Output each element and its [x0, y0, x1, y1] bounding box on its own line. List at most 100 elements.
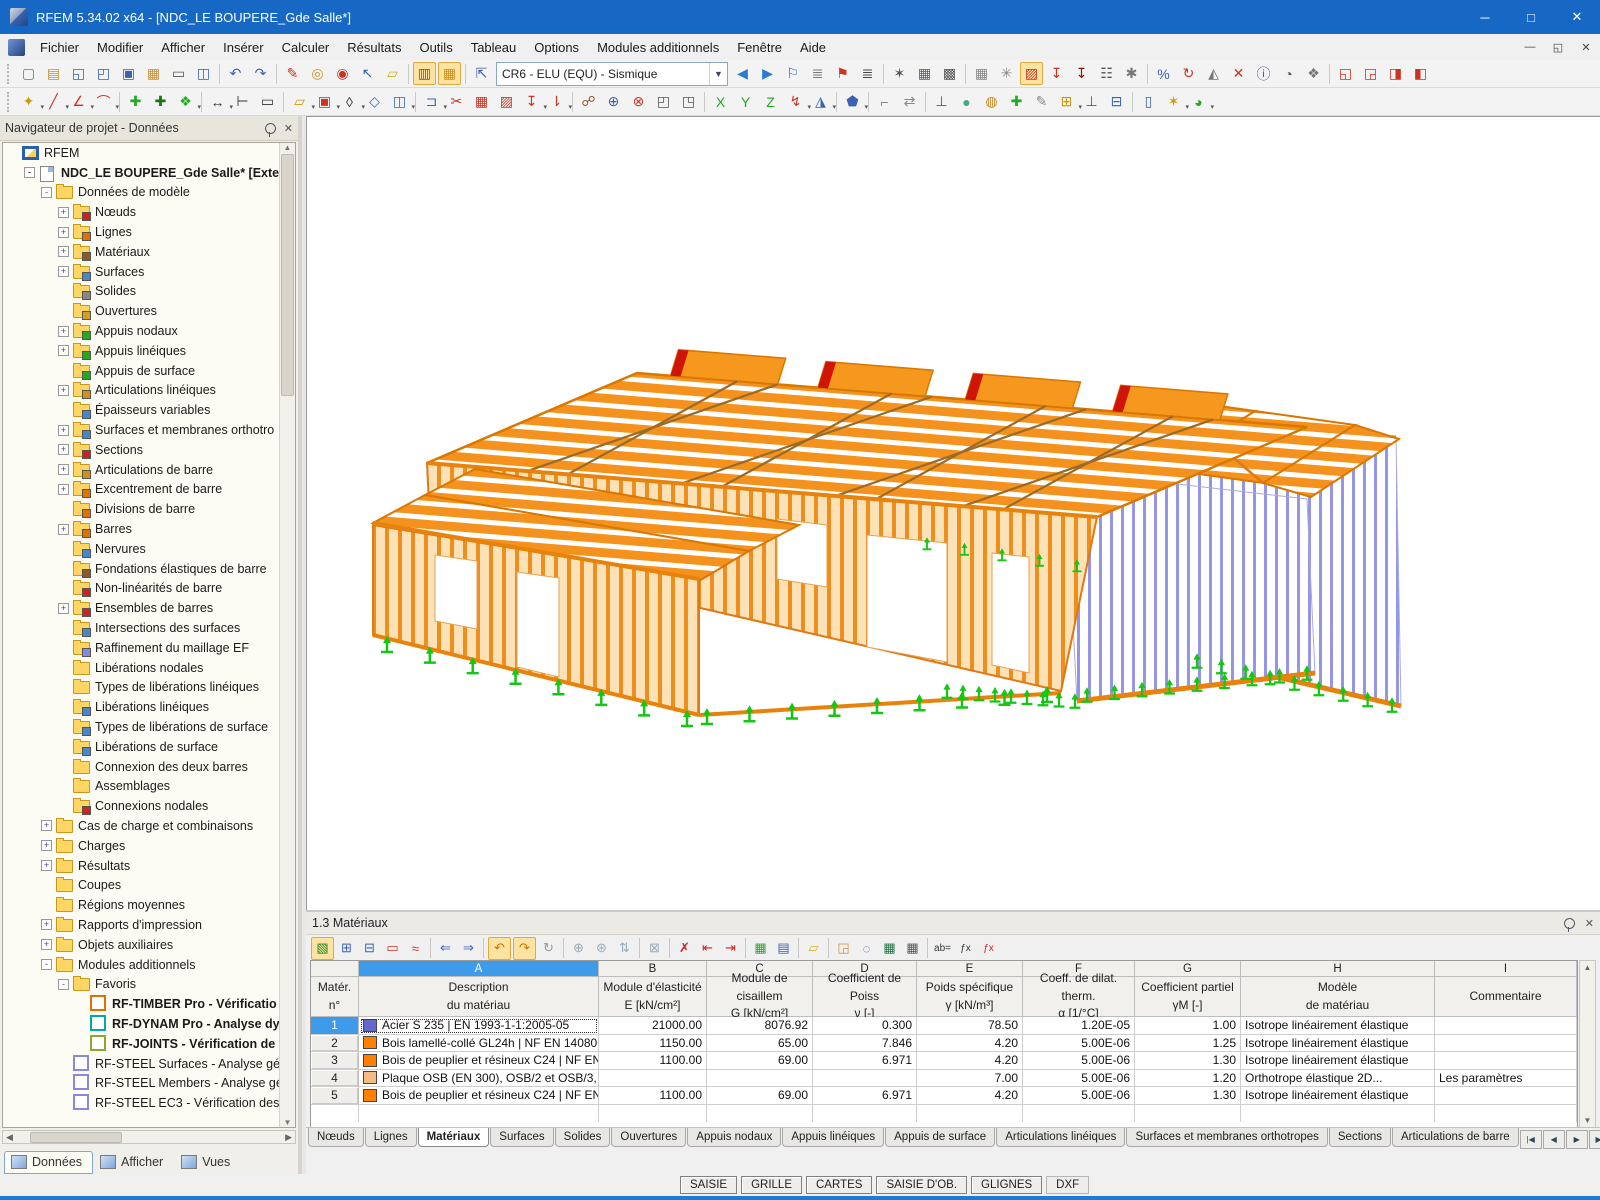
tree-item[interactable]: RF-JOINTS - Vérification de [3, 1034, 280, 1054]
material-cell[interactable]: 1.25 [1135, 1035, 1241, 1053]
collapse-icon[interactable]: - [58, 979, 69, 990]
table-tab-articulations-lin-iques[interactable]: Articulations linéiques [996, 1128, 1125, 1147]
tab-last-icon[interactable]: ▶| [1589, 1130, 1600, 1149]
close-button[interactable]: ✕ [1554, 0, 1600, 34]
material-cell[interactable]: 5.00E-06 [1023, 1052, 1135, 1070]
row-number-4[interactable]: 4 [311, 1070, 359, 1088]
material-cell[interactable]: 0.300 [813, 1017, 917, 1035]
material-cell[interactable]: 6.971 [813, 1087, 917, 1105]
expand-icon[interactable]: + [58, 385, 69, 396]
new-member-icon[interactable]: ✚ [124, 90, 147, 113]
row-number-5[interactable]: 5 [311, 1087, 359, 1105]
tree-item[interactable]: Connexion des deux barres [3, 757, 280, 777]
new-block-icon[interactable]: ◫▾ [388, 90, 411, 113]
fx-icon[interactable]: ƒx [955, 938, 976, 959]
tab-next-icon[interactable]: ▶ [1566, 1130, 1588, 1149]
tree-item[interactable]: Raffinement du maillage EF [3, 638, 280, 658]
tree-item[interactable]: -Données de modèle [3, 183, 280, 203]
menu-tableau[interactable]: Tableau [462, 34, 526, 60]
scrollbar-thumb[interactable] [281, 154, 294, 396]
close-panel-icon[interactable]: ✕ [284, 122, 293, 135]
material-description-cell[interactable]: Bois lamellé-collé GL24h | NF EN 14080:2 [359, 1035, 599, 1053]
tab-prev-icon[interactable]: ◀ [1543, 1130, 1565, 1149]
material-cell[interactable]: 6.971 [813, 1052, 917, 1070]
new-opening-icon[interactable]: ▱▾ [288, 90, 311, 113]
excel-export-icon[interactable]: ▦ [879, 938, 900, 959]
tree-item[interactable]: +Appuis linéiques [3, 341, 280, 361]
redo-table-icon[interactable]: ↷ [513, 937, 536, 960]
iso-view-icon[interactable]: ◰ [652, 90, 675, 113]
material-cell[interactable]: 5.00E-06 [1023, 1070, 1135, 1088]
expand-icon[interactable]: + [58, 603, 69, 614]
table-tab-surfaces-et-membranes-orthotropes[interactable]: Surfaces et membranes orthotropes [1126, 1128, 1327, 1147]
material-cell[interactable] [1435, 1017, 1577, 1035]
table-tab-appuis-nodaux[interactable]: Appuis nodaux [687, 1128, 781, 1147]
export-picture-icon[interactable]: ◲ [833, 938, 854, 959]
column-header-B[interactable]: Module d'élasticitéE [kN/cm²] [599, 977, 707, 1017]
new-surface-icon[interactable]: ❖▾ [174, 90, 197, 113]
scroll-left-icon[interactable]: ◀ [3, 1132, 16, 1143]
table-gen-icon[interactable]: ⊟ [1105, 90, 1128, 113]
edit-region-icon[interactable]: ▭ [256, 90, 279, 113]
material-cell[interactable] [707, 1070, 813, 1088]
grid-view-icon[interactable]: ▦ [750, 938, 771, 959]
expand-icon[interactable]: + [41, 919, 52, 930]
level-icon[interactable]: ⊥ [930, 90, 953, 113]
tree-item[interactable]: Régions moyennes [3, 895, 280, 915]
menu-modules-additionnels[interactable]: Modules additionnels [588, 34, 728, 60]
navigator-tab-données[interactable]: Données [4, 1151, 93, 1174]
table-tab-lignes[interactable]: Lignes [365, 1128, 417, 1147]
menu-fen-tre[interactable]: Fenêtre [728, 34, 791, 60]
material-cell[interactable]: Isotrope linéairement élastique [1241, 1035, 1435, 1053]
results-display-icon[interactable]: ☷ [1095, 62, 1118, 85]
tree-item[interactable]: -Favoris [3, 974, 280, 994]
select-special-icon[interactable]: ☍ [577, 90, 600, 113]
delete-results-icon[interactable]: ✕ [1227, 62, 1250, 85]
tree-item[interactable]: +Résultats [3, 856, 280, 876]
new-node-icon[interactable]: ✦▾ [17, 90, 40, 113]
notes-icon[interactable]: ▱ [803, 938, 824, 959]
tree-item[interactable]: +Charges [3, 836, 280, 856]
tree-item[interactable]: Libérations de surface [3, 737, 280, 757]
tree-item[interactable]: Épaisseurs variables [3, 400, 280, 420]
material-cell[interactable]: Isotrope linéairement élastique [1241, 1017, 1435, 1035]
table-tab-ouvertures[interactable]: Ouvertures [611, 1128, 686, 1147]
info-icon[interactable]: ⓘ [1252, 62, 1275, 85]
edit-cell-icon[interactable]: ▭ [382, 938, 403, 959]
edit-mode-icon[interactable]: ✎ [281, 62, 304, 85]
ab-equals-icon[interactable]: ab= [932, 938, 953, 959]
column-header-A[interactable]: Descriptiondu matériau [359, 977, 599, 1017]
copy-icon[interactable]: ▦ [142, 62, 165, 85]
zoom-in-icon[interactable]: ⊕ [602, 90, 625, 113]
level2-icon[interactable]: ⊥ [1080, 90, 1103, 113]
calculator-icon[interactable]: ▦ [902, 938, 923, 959]
status-toggle-saisie-d-ob-[interactable]: SAISIE D'OB. [876, 1176, 967, 1194]
tree-item[interactable]: +Ensembles de barres [3, 598, 280, 618]
prev-load-case-icon[interactable]: ◀ [731, 62, 754, 85]
scroll-right-icon[interactable]: ▶ [282, 1132, 295, 1143]
material-cell[interactable] [599, 1070, 707, 1088]
save-icon[interactable]: ▣ [117, 62, 140, 85]
tree-item[interactable]: +Appuis nodaux [3, 321, 280, 341]
refresh-icon[interactable]: ↻ [538, 938, 559, 959]
window1-icon[interactable]: ◱ [1334, 62, 1357, 85]
column-letter-B[interactable]: B [599, 961, 707, 977]
maximize-button[interactable]: □ [1508, 0, 1554, 34]
new-file-icon[interactable]: ▢ [17, 62, 40, 85]
pencil2-icon[interactable]: ✎ [1030, 90, 1053, 113]
search-icon[interactable]: ◌ [856, 938, 877, 959]
column-header-I[interactable]: Commentaire [1435, 977, 1577, 1017]
show-results-icon[interactable]: ⚑ [831, 62, 854, 85]
model-manager-icon[interactable]: ◰ [92, 62, 115, 85]
modules-icon[interactable]: ❖ [1302, 62, 1325, 85]
navigator-tab-afficher[interactable]: Afficher [93, 1151, 174, 1174]
show-loads-icon[interactable]: ⚐ [781, 62, 804, 85]
select-cursor-icon[interactable]: ↖ [356, 62, 379, 85]
menu-fichier[interactable]: Fichier [31, 34, 88, 60]
project-manager-icon[interactable]: ◱ [67, 62, 90, 85]
next-load-case-icon[interactable]: ▶ [756, 62, 779, 85]
expand-icon[interactable]: + [58, 207, 69, 218]
iso-view2-icon[interactable]: ◳ [677, 90, 700, 113]
mesh-settings-icon[interactable]: ✳ [995, 62, 1018, 85]
expand-icon[interactable]: + [58, 345, 69, 356]
